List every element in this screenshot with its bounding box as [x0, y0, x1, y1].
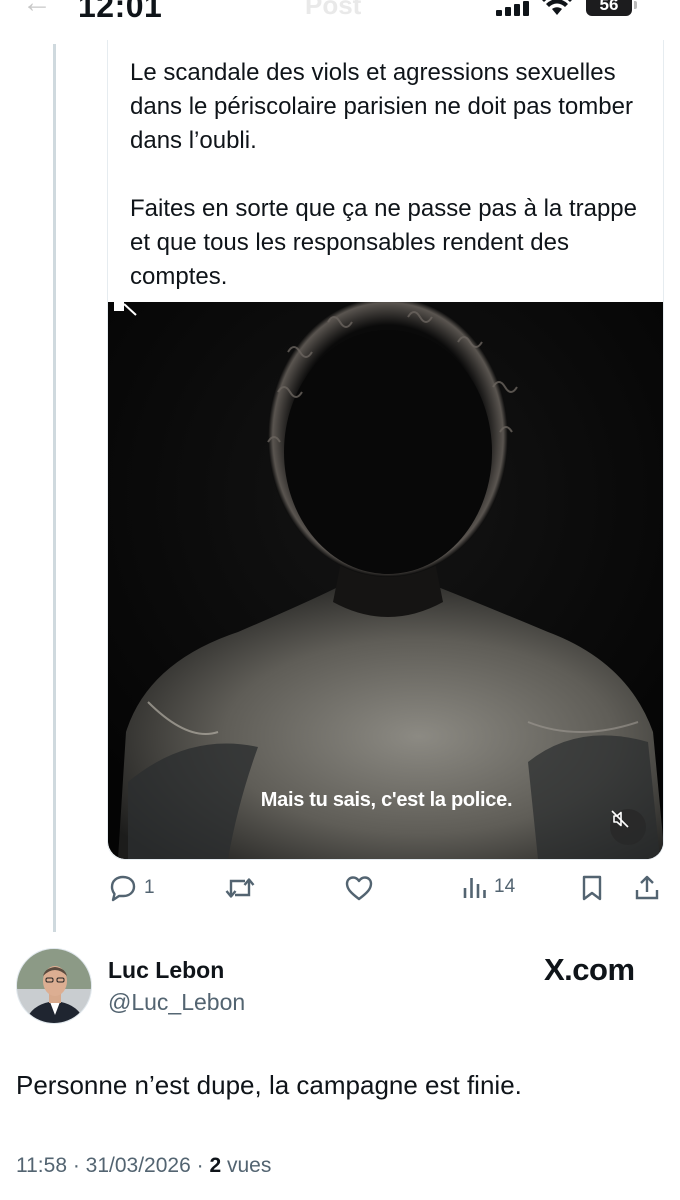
quoted-post-paragraph: Faites en sorte que ça ne passe pas à la… — [130, 195, 637, 290]
post-views-count: 2 — [209, 1154, 222, 1177]
quoted-post-text: Le scandale des viols et agressions sexu… — [130, 56, 640, 328]
views-count: 14 — [494, 876, 516, 897]
share-icon — [635, 875, 659, 900]
post-text: Personne n’est dupe, la campagne est fin… — [16, 1070, 522, 1100]
author-name[interactable]: Luc Lebon — [108, 957, 224, 984]
bookmark-icon — [582, 875, 602, 901]
wifi-icon — [542, 0, 572, 15]
status-time: 12:01 — [78, 0, 163, 24]
reply-count: 1 — [144, 877, 155, 898]
thread-line — [53, 44, 56, 932]
video-subtitle: Mais tu sais, c'est la police. — [260, 789, 513, 811]
reply-icon — [110, 875, 136, 902]
page-title: Post — [305, 0, 362, 20]
post-action-bar: 1 14 — [0, 868, 680, 908]
repost-icon — [225, 878, 255, 898]
quoted-post-paragraph: Le scandale des viols et agressions sexu… — [130, 59, 633, 154]
post-time[interactable]: 11:58 — [16, 1154, 67, 1177]
avatar-photo — [17, 949, 91, 1023]
bookmark-button[interactable] — [580, 874, 604, 902]
cellular-signal-icon — [496, 0, 530, 16]
views-button[interactable]: 14 — [462, 874, 515, 900]
analytics-icon — [463, 878, 486, 898]
author-handle[interactable]: @Luc_Lebon — [108, 989, 245, 1016]
quoted-post-card[interactable]: Le scandale des viols et agressions sexu… — [107, 40, 664, 860]
back-arrow-icon[interactable]: ← — [22, 0, 52, 20]
broadcaster-logo-icon — [114, 302, 137, 316]
post-meta: 11:58 · 31/03/2026 · 2 vues — [16, 1154, 271, 1178]
avatar[interactable] — [16, 948, 92, 1024]
video-player[interactable]: Mais tu sais, c'est la police. — [108, 302, 663, 859]
share-button[interactable] — [634, 874, 660, 902]
reply-button[interactable]: 1 — [108, 874, 155, 902]
heart-icon — [345, 876, 373, 901]
meta-separator: · — [196, 1154, 210, 1177]
battery-icon: 56 — [586, 0, 637, 16]
repost-button[interactable] — [224, 874, 256, 902]
video-frame-image — [108, 302, 663, 859]
speaker-muted-icon — [611, 810, 629, 828]
post-views-label: vues — [226, 1154, 272, 1177]
mute-toggle-button[interactable] — [610, 809, 646, 845]
status-bar: ← 12:01 Post 56 — [0, 0, 680, 24]
x-logo: X.com — [544, 952, 635, 987]
meta-separator: · — [72, 1154, 86, 1177]
like-button[interactable] — [344, 874, 374, 902]
post-date[interactable]: 31/03/2026 — [86, 1154, 191, 1177]
